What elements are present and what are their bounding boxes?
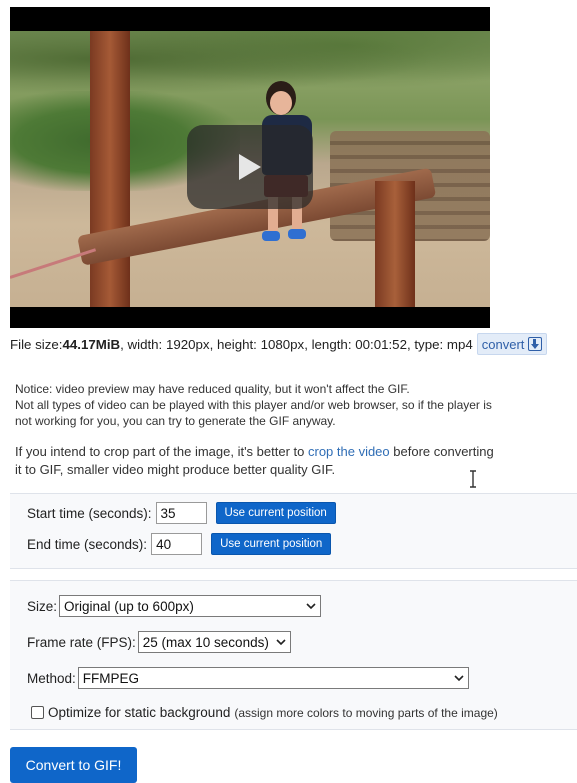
- file-size-label: File size:: [10, 336, 63, 352]
- file-size-value: 44.17MiB: [62, 336, 121, 352]
- chevron-down-icon: [306, 603, 316, 610]
- fps-label: Frame rate (FPS):: [27, 634, 136, 650]
- video-player[interactable]: [10, 7, 490, 328]
- method-label: Method:: [27, 670, 76, 686]
- notice-text: Notice: video preview may have reduced q…: [15, 381, 515, 429]
- file-info: File size: 44.17MiB , width: 1920px, hei…: [10, 332, 570, 356]
- end-time-row: End time (seconds): Use current position: [27, 533, 332, 555]
- play-icon: [239, 154, 261, 180]
- crop-video-link[interactable]: crop the video: [308, 444, 390, 459]
- end-time-label: End time (seconds):: [27, 536, 148, 552]
- end-use-current-button[interactable]: Use current position: [211, 533, 332, 555]
- file-details: , width: 1920px, height: 1080px, length:…: [120, 336, 473, 352]
- crop-note-line-2: it to GIF, smaller video might produce b…: [15, 462, 336, 477]
- optimize-label: Optimize for static background: [48, 705, 231, 720]
- size-select[interactable]: Original (up to 600px): [59, 595, 322, 617]
- method-row: Method: FFMPEG: [27, 667, 469, 689]
- fps-select-value: 25 (max 10 seconds): [142, 634, 269, 650]
- chevron-down-icon: [276, 639, 286, 646]
- method-select[interactable]: FFMPEG: [77, 667, 469, 689]
- options-panel: Size: Original (up to 600px) Frame rate …: [10, 580, 577, 730]
- convert-button[interactable]: convert: [476, 333, 548, 355]
- notice-line-3: not working for you, you can try to gene…: [15, 414, 336, 428]
- size-label: Size:: [27, 598, 58, 614]
- notice-line-2: Not all types of video can be played wit…: [15, 398, 492, 412]
- crop-note-after: before converting: [389, 444, 494, 459]
- start-use-current-button[interactable]: Use current position: [215, 502, 336, 524]
- end-time-input[interactable]: [151, 533, 203, 555]
- timing-panel: Start time (seconds): Use current positi…: [10, 493, 577, 569]
- chevron-down-icon: [454, 675, 464, 682]
- size-select-value: Original (up to 600px): [64, 598, 194, 614]
- crop-note-before: If you intend to crop part of the image,…: [15, 444, 308, 459]
- optimize-row: Optimize for static background (assign m…: [31, 705, 498, 720]
- start-time-label: Start time (seconds):: [27, 505, 152, 521]
- fps-select[interactable]: 25 (max 10 seconds): [137, 631, 291, 653]
- download-icon: [528, 337, 543, 351]
- size-row: Size: Original (up to 600px): [27, 595, 322, 617]
- start-time-row: Start time (seconds): Use current positi…: [27, 502, 336, 524]
- fps-row: Frame rate (FPS): 25 (max 10 seconds): [27, 631, 291, 653]
- optimize-hint: (assign more colors to moving parts of t…: [234, 705, 498, 720]
- play-button[interactable]: [187, 125, 313, 209]
- start-time-input[interactable]: [155, 502, 207, 524]
- notice-line-1: Notice: video preview may have reduced q…: [15, 382, 410, 396]
- convert-label: convert: [481, 336, 525, 352]
- optimize-checkbox[interactable]: [31, 706, 44, 719]
- crop-note: If you intend to crop part of the image,…: [15, 443, 515, 479]
- text-cursor-icon: [468, 470, 478, 488]
- method-select-value: FFMPEG: [82, 670, 140, 686]
